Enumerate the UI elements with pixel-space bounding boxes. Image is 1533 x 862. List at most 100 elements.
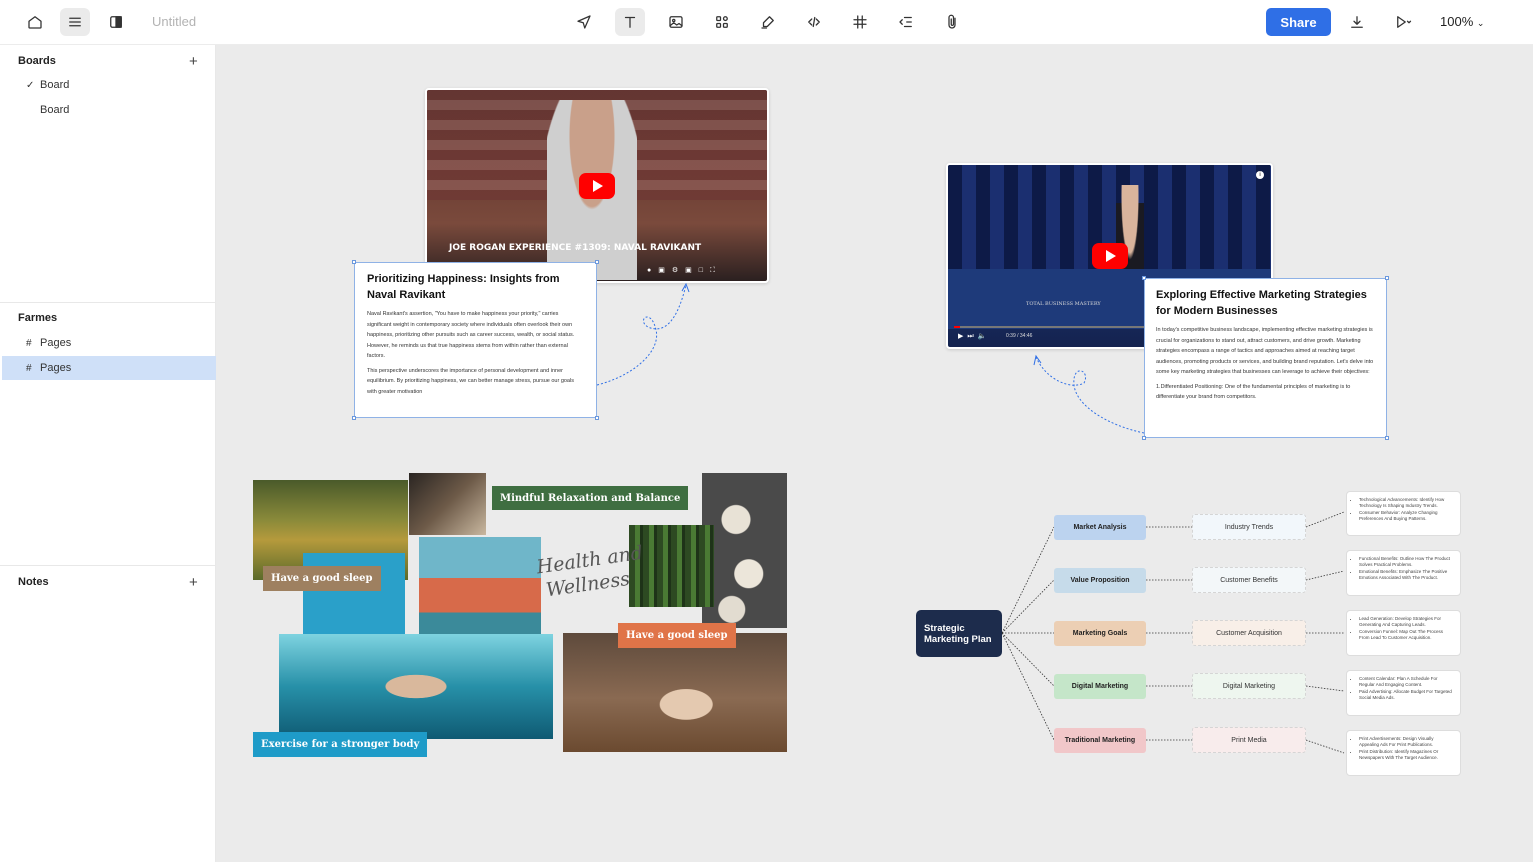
photo-meditation[interactable] [563,633,787,752]
list-icon[interactable] [891,8,921,36]
notes-title: Notes [18,576,49,588]
sidebar-item-page[interactable]: # Pages [2,331,216,355]
video-caption: JOE ROGAN EXPERIENCE #1309: NAVAL RAVIKA… [449,243,702,253]
add-note-icon[interactable]: + [189,575,198,590]
detail-item: Functional Benefits: Outline How The Pro… [1359,556,1454,568]
board-label: Board [40,104,70,116]
mindmap-subnode[interactable]: Digital Marketing [1192,673,1306,699]
photo-underwater-swimmer[interactable] [279,634,553,739]
chevron-down-icon: ⌄ [1476,18,1485,28]
document-title[interactable]: Untitled [152,14,196,29]
play-menu-button[interactable] [1385,8,1421,36]
resize-handle[interactable] [1142,436,1146,440]
tag-sleep[interactable]: Have a good sleep [618,623,736,648]
mindmap-detail[interactable]: Functional Benefits: Outline How The Pro… [1346,550,1461,596]
boards-title: Boards [18,55,56,67]
play-button-icon[interactable] [579,173,615,199]
mindmap-branch[interactable]: Digital Marketing [1054,674,1146,699]
board-canvas[interactable]: JOE ROGAN EXPERIENCE #1309: NAVAL RAVIKA… [216,45,1533,862]
sidebar-item-board[interactable]: ✓ Board [2,73,216,97]
video-controls: ▶⏭🔈 [958,333,991,340]
sidebar-item-board[interactable]: Board [2,98,216,122]
arrow-connector [1035,356,1145,434]
video-time: 0:39 / 34:46 [1006,333,1033,339]
card-paragraph: This perspective underscores the importa… [367,367,574,395]
photo-tennis-court[interactable] [419,537,541,645]
resize-handle[interactable] [352,416,356,420]
mindmap-detail[interactable]: Content Calendar: Plan A Schedule For Re… [1346,670,1461,716]
attach-icon[interactable] [937,8,967,36]
arrow-head [681,282,690,293]
components-icon[interactable] [707,8,737,36]
zoom-level[interactable]: 100% ⌄ [1440,14,1484,29]
mindmap-detail[interactable]: Lead Generation: Develop Strategies For … [1346,610,1461,656]
add-board-icon[interactable]: + [189,54,198,69]
mindmap-link [1001,632,1055,741]
divider [0,302,216,303]
resize-handle[interactable] [1142,276,1146,280]
code-icon[interactable] [799,8,829,36]
mindmap-branch[interactable]: Traditional Marketing [1054,728,1146,753]
share-button[interactable]: Share [1266,8,1331,36]
text-icon[interactable] [615,8,645,36]
info-icon[interactable]: i [1256,171,1264,179]
zoom-value: 100% [1440,14,1474,29]
mindmap-detail[interactable]: Technological Advancements: Identify How… [1346,491,1461,536]
play-button-icon[interactable] [1092,243,1128,269]
frame-icon[interactable] [845,8,875,36]
pen-icon[interactable] [753,8,783,36]
mindmap-link [1001,526,1055,634]
cursor-icon[interactable] [569,8,599,36]
tag-sleep[interactable]: Have a good sleep [263,566,381,591]
resize-handle[interactable] [352,260,356,264]
card-paragraph: 1.Differentiated Positioning: One of the… [1156,383,1351,401]
detail-item: Print Advertisements: Design Visually Ap… [1359,736,1454,748]
top-toolbar: Untitled Share 100% ⌄ [0,0,1533,45]
mindmap-detail[interactable]: Print Advertisements: Design Visually Ap… [1346,730,1461,776]
divider [0,565,216,566]
detail-item: Emotional Benefits: Emphasize The Positi… [1359,569,1454,581]
arrow-head [1033,354,1042,366]
detail-item: Conversion Funnel: Map Out The Process F… [1359,629,1454,641]
text-card-marketing[interactable]: Exploring Effective Marketing Strategies… [1142,276,1389,440]
tag-mindful[interactable]: Mindful Relaxation and Balance [492,486,689,510]
mindmap-subnode[interactable]: Customer Benefits [1192,567,1306,593]
photo-food-plates[interactable] [702,473,787,628]
mindmap-link [1001,632,1055,687]
resize-handle[interactable] [1385,436,1389,440]
panel-icon[interactable] [101,8,131,36]
detail-item: Consumer Behavior: Analyze Changing Pref… [1359,510,1454,522]
text-card-happiness[interactable]: Prioritizing Happiness: Insights from Na… [352,260,599,420]
card-title: Exploring Effective Marketing Strategies… [1156,289,1367,317]
photo-dinner-table[interactable] [409,473,486,535]
resize-handle[interactable] [1385,276,1389,280]
mindmap-branch[interactable]: Market Analysis [1054,515,1146,540]
image-icon[interactable] [661,8,691,36]
hash-icon: # [26,362,32,374]
card-paragraph: Naval Ravikant's assertion, "You have to… [367,311,575,359]
check-icon: ✓ [26,79,35,91]
detail-item: Print Distribution: Identify Magazines O… [1359,749,1454,761]
mindmap-root[interactable]: Strategic Marketing Plan [916,610,1002,657]
download-icon[interactable] [1342,8,1372,36]
mindmap-subnode[interactable]: Customer Acquisition [1192,620,1306,646]
mindmap-branch[interactable]: Marketing Goals [1054,621,1146,646]
detail-item: Paid Advertising: Allocate Budget For Ta… [1359,689,1454,701]
resize-handle[interactable] [595,260,599,264]
progress-fill [954,326,960,328]
home-icon[interactable] [20,8,50,36]
card-paragraph: In today's competitive business landscap… [1156,327,1374,375]
menu-icon[interactable] [60,8,90,36]
board-label: Board [40,79,70,91]
mindmap-subnode[interactable]: Print Media [1192,727,1306,753]
mindmap-link [1001,579,1055,634]
podium-label: TOTAL BUSINESS MASTERY [1026,301,1101,307]
mindmap-subnode[interactable]: Industry Trends [1192,514,1306,540]
resize-handle[interactable] [595,416,599,420]
tag-exercise[interactable]: Exercise for a stronger body [253,732,428,757]
progress-bar[interactable] [954,326,1144,328]
page-label: Pages [40,337,72,349]
sidebar-item-page-selected[interactable]: # Pages [2,356,216,380]
mindmap-branch[interactable]: Value Proposition [1054,568,1146,593]
youtube-video-naval[interactable]: JOE ROGAN EXPERIENCE #1309: NAVAL RAVIKA… [425,88,769,283]
